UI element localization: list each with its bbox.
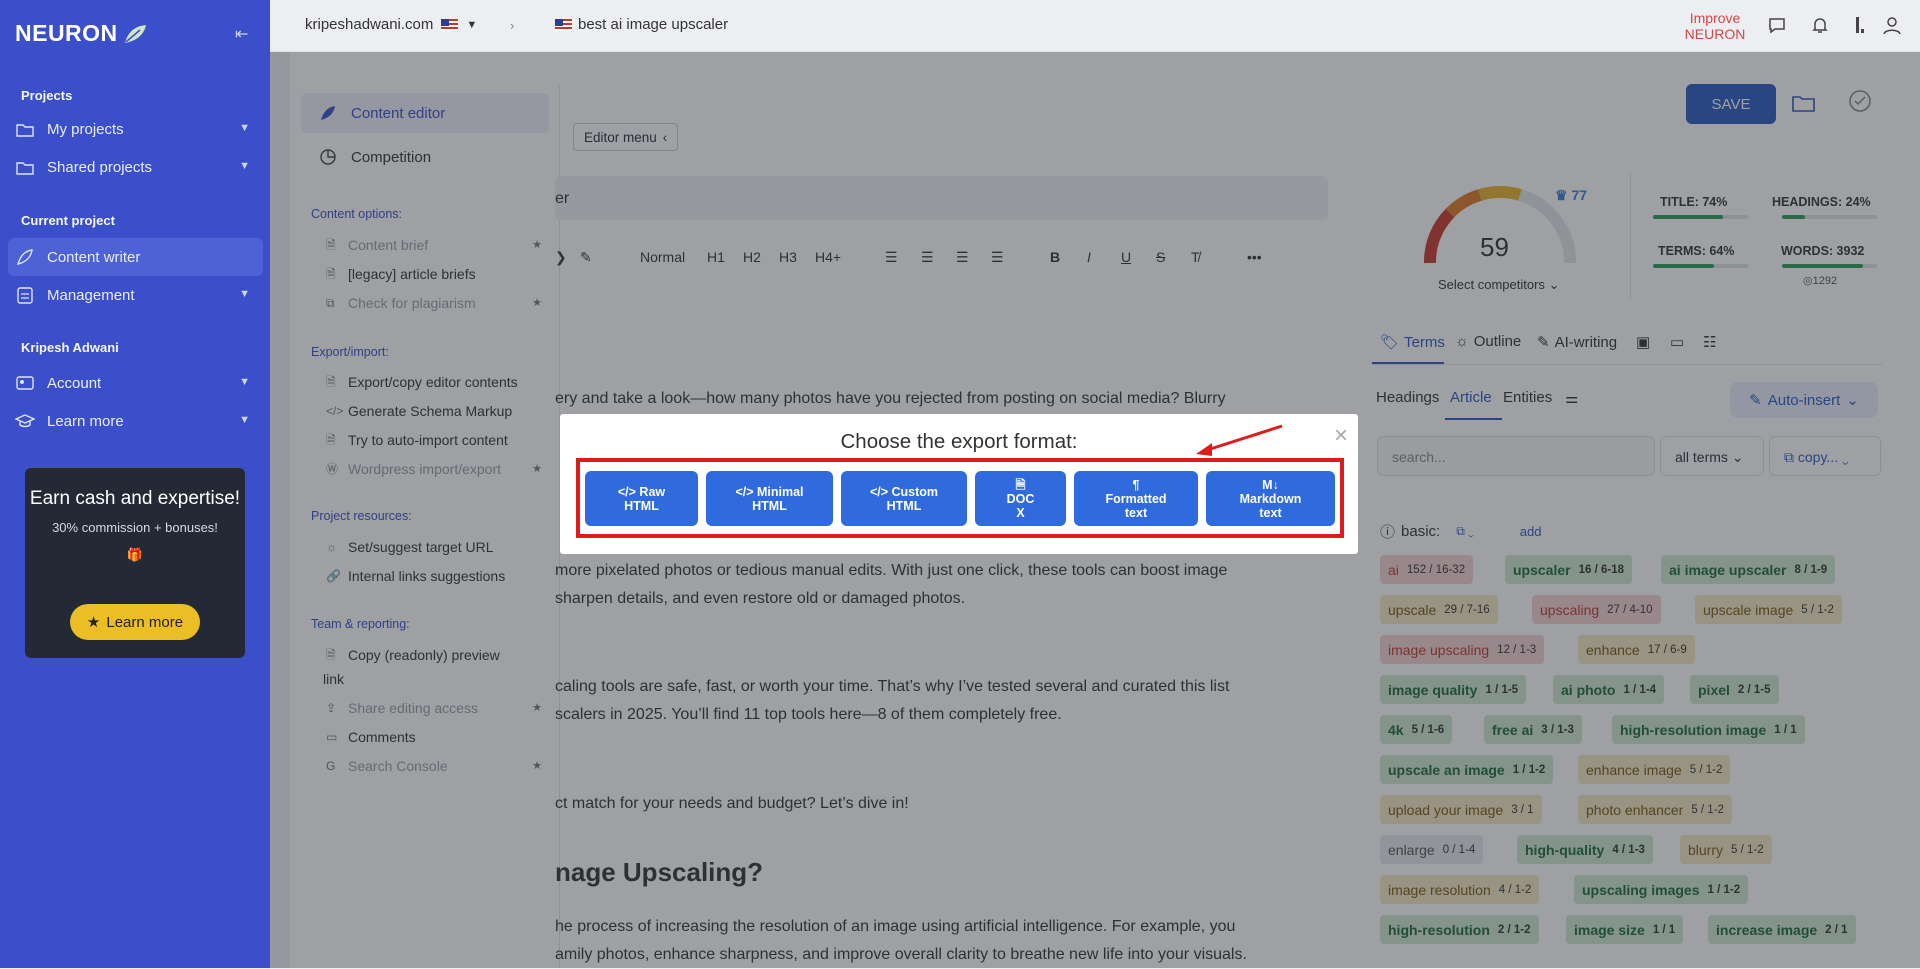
us-flag-icon <box>555 18 572 31</box>
keyword-name: best ai image upscaler <box>578 16 729 33</box>
paragraph-icon: ¶ <box>1132 477 1140 492</box>
notification-status-icon[interactable] <box>1853 15 1873 35</box>
user-avatar-icon[interactable] <box>1882 15 1902 35</box>
close-icon[interactable]: × <box>1334 422 1348 450</box>
export-custom-html-button[interactable]: </> Custom HTML <box>841 471 967 526</box>
export-docx-button[interactable]: 🗎 DOC X <box>975 471 1066 526</box>
nav-item-label: My projects <box>47 120 124 138</box>
keyword-breadcrumb[interactable]: best ai image upscaler <box>555 16 728 33</box>
gift-icon: 🎁 <box>126 547 144 562</box>
nav-item-management[interactable]: Management ▼ <box>8 276 263 314</box>
chevron-down-icon: ▼ <box>239 414 250 426</box>
nav-item-label: Content writer <box>47 248 141 266</box>
promo-button-label: Learn more <box>106 613 184 631</box>
nav-section-current-project: Current project <box>21 213 115 228</box>
chat-icon[interactable] <box>1767 15 1787 35</box>
nav-item-label: Account <box>47 374 102 392</box>
main-sidebar: NEURON ⇤ Projects My projects ▼ Shared p… <box>0 0 270 968</box>
doc-icon: 🗎 <box>1015 477 1026 492</box>
star-icon: ★ <box>86 614 101 631</box>
chevron-down-icon: ▼ <box>466 18 478 31</box>
top-bar: kripeshadwani.com ▼ › best ai image upsc… <box>270 0 1920 52</box>
nav-item-shared-projects[interactable]: Shared projects ▼ <box>8 148 263 186</box>
chevron-down-icon: ▼ <box>239 160 250 172</box>
code-icon: </> Raw <box>617 484 666 499</box>
shared-folder-icon <box>15 157 35 177</box>
export-raw-html-button[interactable]: </> Raw HTML <box>585 471 698 526</box>
nav-item-content-writer[interactable]: Content writer <box>8 238 263 276</box>
leaf-logo-icon <box>124 24 146 43</box>
id-card-icon <box>15 373 35 393</box>
chevron-down-icon: ▼ <box>239 376 250 388</box>
site-selector[interactable]: kripeshadwani.com ▼ <box>305 16 477 33</box>
feather-icon <box>15 247 35 267</box>
logo-text: NEURON <box>15 20 118 46</box>
annotation-arrow <box>1196 424 1283 456</box>
promo-card: Earn cash and expertise! 30% commission … <box>25 468 245 658</box>
nav-item-learn-more[interactable]: Learn more ▼ <box>8 402 263 440</box>
nav-section-user: Kripesh Adwani <box>21 340 119 355</box>
export-markdown-text-button[interactable]: M↓ Markdown text <box>1206 471 1335 526</box>
nav-item-my-projects[interactable]: My projects ▼ <box>8 110 263 148</box>
nav-item-label: Learn more <box>47 412 124 430</box>
graduation-cap-icon <box>15 411 35 431</box>
promo-learn-more-button[interactable]: ★ Learn more <box>70 604 200 640</box>
chevron-down-icon: ▼ <box>239 122 250 134</box>
chevron-down-icon: ▼ <box>239 288 250 300</box>
nav-item-account[interactable]: Account ▼ <box>8 364 263 402</box>
markdown-icon: M↓ <box>1262 477 1279 492</box>
site-name: kripeshadwani.com <box>305 16 434 33</box>
bell-icon[interactable] <box>1810 15 1830 35</box>
neuron-logo[interactable]: NEURON <box>15 20 148 47</box>
nav-item-label: Shared projects <box>47 158 153 176</box>
us-flag-icon <box>441 18 459 31</box>
breadcrumb-chevron-icon: › <box>510 18 515 33</box>
improve-neuron-link[interactable]: Improve NEURON <box>1680 10 1750 42</box>
folders-icon <box>15 119 35 139</box>
collapse-sidebar-icon[interactable]: ⇤ <box>235 24 248 44</box>
promo-subtitle: 30% commission + bonuses! <box>52 520 218 535</box>
promo-title: Earn cash and expertise! <box>29 488 241 509</box>
clipboard-icon <box>15 285 35 305</box>
nav-item-label: Management <box>47 286 135 304</box>
nav-section-projects: Projects <box>21 88 73 103</box>
code-icon: </> Minimal <box>735 484 804 499</box>
export-minimal-html-button[interactable]: </> Minimal HTML <box>706 471 833 526</box>
export-formatted-text-button[interactable]: ¶ Formatted text <box>1074 471 1198 526</box>
code-icon: </> Custom <box>869 484 939 499</box>
